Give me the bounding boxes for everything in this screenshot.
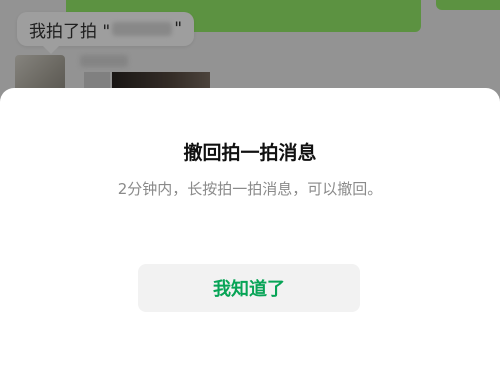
got-it-button[interactable]: 我知道了 xyxy=(138,264,360,312)
sheet-title: 撤回拍一拍消息 xyxy=(183,142,317,164)
bottom-sheet: 撤回拍一拍消息 2分钟内，长按拍一拍消息，可以撤回。 我知道了 xyxy=(0,88,500,388)
sheet-description: 2分钟内，长按拍一拍消息，可以撤回。 xyxy=(117,180,383,198)
